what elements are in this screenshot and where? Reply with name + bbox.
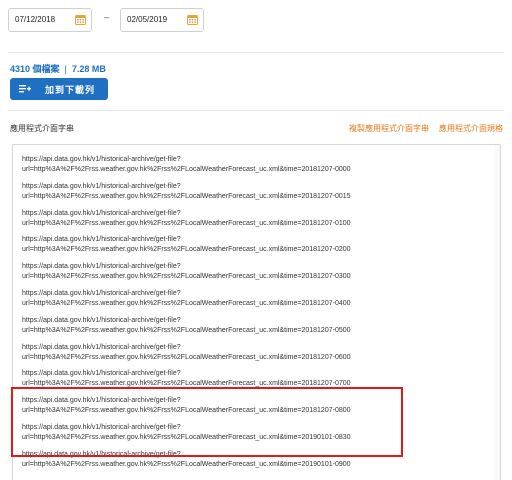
api-url-line2: url=http%3A%2F%2Frss.weather.gov.hk%2Frs… xyxy=(22,166,351,173)
api-url-textarea[interactable]: https://api.data.gov.hk/v1/historical-ar… xyxy=(12,144,501,480)
end-date-value: 02/05/2019 xyxy=(127,15,168,24)
end-date-input[interactable]: 02/05/2019 xyxy=(120,8,204,32)
api-url-entry: https://api.data.gov.hk/v1/historical-ar… xyxy=(22,396,351,423)
api-url-line2: url=http%3A%2F%2Frss.weather.gov.hk%2Frs… xyxy=(22,460,351,468)
api-url-line1: https://api.data.gov.hk/v1/historical-ar… xyxy=(22,236,181,244)
api-url-line2: url=http%3A%2F%2Frss.weather.gov.hk%2Frs… xyxy=(22,219,351,227)
start-date-value: 07/12/2018 xyxy=(15,15,56,24)
api-url-line1: https://api.data.gov.hk/v1/historical-ar… xyxy=(22,316,181,324)
api-url-line1: https://api.data.gov.hk/v1/historical-ar… xyxy=(22,397,181,405)
download-queue-icon xyxy=(19,85,31,93)
api-url-line1: https://api.data.gov.hk/v1/historical-ar… xyxy=(22,182,181,190)
api-url-list: https://api.data.gov.hk/v1/historical-ar… xyxy=(22,155,351,477)
api-url-line1: https://api.data.gov.hk/v1/historical-ar… xyxy=(22,370,181,378)
api-url-entry: https://api.data.gov.hk/v1/historical-ar… xyxy=(22,182,351,209)
api-url-line1: https://api.data.gov.hk/v1/historical-ar… xyxy=(22,209,181,217)
api-url-scroll-area[interactable]: https://api.data.gov.hk/v1/historical-ar… xyxy=(13,145,500,480)
api-url-entry: https://api.data.gov.hk/v1/historical-ar… xyxy=(22,235,351,262)
api-url-entry: https://api.data.gov.hk/v1/historical-ar… xyxy=(22,316,351,343)
api-string-title: 應用程式介面字串 xyxy=(10,124,74,133)
divider xyxy=(8,110,504,111)
api-url-entry: https://api.data.gov.hk/v1/historical-ar… xyxy=(22,289,351,316)
api-url-line1: https://api.data.gov.hk/v1/historical-ar… xyxy=(22,343,181,351)
file-count: 4310 個檔案 xyxy=(10,64,60,74)
api-url-line2: url=http%3A%2F%2Frss.weather.gov.hk%2Frs… xyxy=(22,433,351,441)
scrollbar[interactable] xyxy=(494,145,500,480)
add-button-label: 加到下載列 xyxy=(45,84,96,95)
file-stats: 4310 個檔案 | 7.28 MB xyxy=(10,62,106,75)
copy-api-string-link[interactable]: 複製應用程式介面字串 xyxy=(349,123,429,134)
file-size: 7.28 MB xyxy=(71,64,106,74)
start-date-input[interactable]: 07/12/2018 xyxy=(8,8,92,32)
api-url-entry: https://api.data.gov.hk/v1/historical-ar… xyxy=(22,423,351,450)
api-url-line2: url=http%3A%2F%2Frss.weather.gov.hk%2Frs… xyxy=(22,326,351,334)
api-url-entry: https://api.data.gov.hk/v1/historical-ar… xyxy=(22,209,351,236)
calendar-icon[interactable] xyxy=(75,14,86,25)
calendar-icon[interactable] xyxy=(187,14,198,25)
api-url-entry: https://api.data.gov.hk/v1/historical-ar… xyxy=(22,450,351,477)
api-url-line1: https://api.data.gov.hk/v1/historical-ar… xyxy=(22,450,181,458)
api-url-entry: https://api.data.gov.hk/v1/historical-ar… xyxy=(22,343,351,370)
api-url-line2: url=http%3A%2F%2Frss.weather.gov.hk%2Frs… xyxy=(22,273,351,281)
api-url-line2: url=http%3A%2F%2Frss.weather.gov.hk%2Frs… xyxy=(22,192,351,200)
api-url-entry: https://api.data.gov.hk/v1/historical-ar… xyxy=(22,155,351,182)
api-spec-link[interactable]: 應用程式介面規格 xyxy=(439,123,503,134)
api-url-line2: url=http%3A%2F%2Frss.weather.gov.hk%2Frs… xyxy=(22,299,351,307)
api-url-line2: url=http%3A%2F%2Frss.weather.gov.hk%2Frs… xyxy=(22,407,351,415)
api-url-line1: https://api.data.gov.hk/v1/historical-ar… xyxy=(22,263,181,271)
api-url-line2: url=http%3A%2F%2Frss.weather.gov.hk%2Frs… xyxy=(22,353,351,361)
divider xyxy=(8,52,504,53)
api-url-line1: https://api.data.gov.hk/v1/historical-ar… xyxy=(22,423,181,431)
api-url-line2: url=http%3A%2F%2Frss.weather.gov.hk%2Frs… xyxy=(22,380,351,388)
api-url-line1: https://api.data.gov.hk/v1/historical-ar… xyxy=(22,156,181,163)
api-url-entry: https://api.data.gov.hk/v1/historical-ar… xyxy=(22,369,351,396)
api-url-line2: url=http%3A%2F%2Frss.weather.gov.hk%2Frs… xyxy=(22,246,351,254)
api-url-line1: https://api.data.gov.hk/v1/historical-ar… xyxy=(22,289,181,297)
date-range-separator: – xyxy=(104,12,110,22)
api-url-entry: https://api.data.gov.hk/v1/historical-ar… xyxy=(22,262,351,289)
add-to-download-queue-button[interactable]: 加到下載列 xyxy=(10,78,108,100)
stats-separator: | xyxy=(64,64,67,74)
